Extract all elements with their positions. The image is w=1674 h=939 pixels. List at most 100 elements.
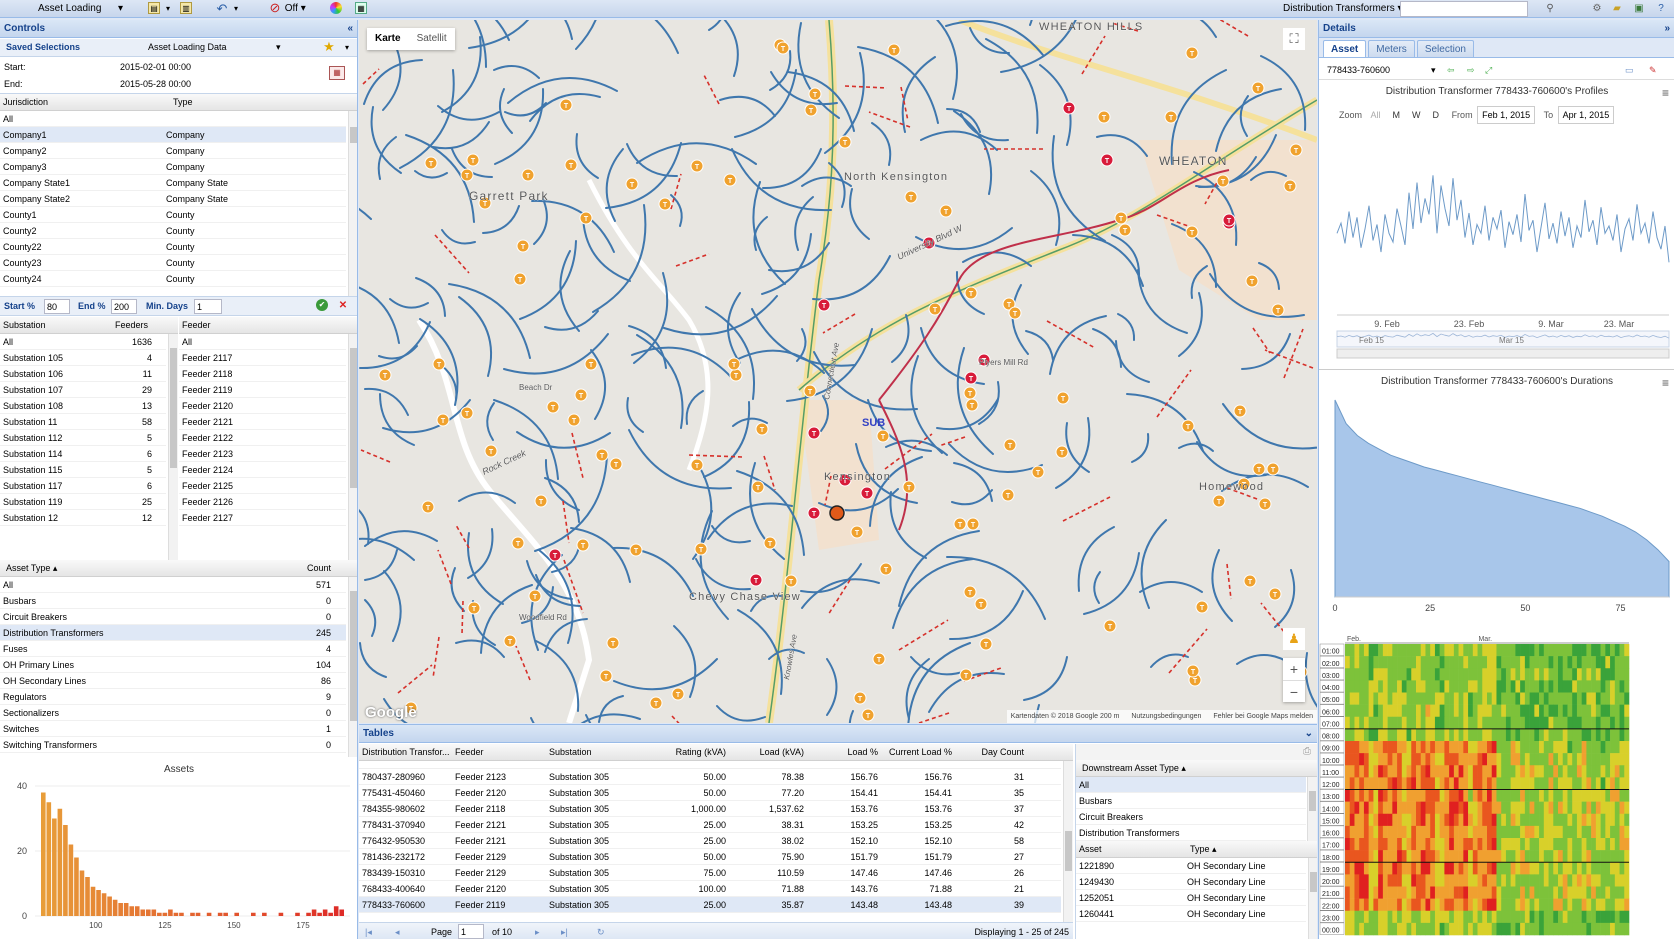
calendar-icon[interactable]: ▦	[329, 66, 345, 80]
asset-list-row[interactable]: 1252051 OH Secondary Line	[1076, 890, 1306, 906]
search-icon[interactable]: ⚲	[1543, 2, 1557, 16]
table-row[interactable]: 778431-370940 Feeder 2121 Substation 305 25…	[359, 817, 1061, 833]
search-input[interactable]	[1400, 1, 1528, 17]
table-row[interactable]: 778433-760600 Feeder 2119 Substation 305 25…	[359, 897, 1061, 913]
feeder-col[interactable]: Feeder	[179, 317, 329, 333]
asset-type-row[interactable]: All 571	[0, 577, 346, 593]
table-row[interactable]: 775431-450460 Feeder 2120 Substation 305 50…	[359, 785, 1061, 801]
tab-asset[interactable]: Asset	[1323, 40, 1367, 57]
arrow-right-icon[interactable]: ⇨	[1467, 60, 1475, 80]
jurisdiction-row[interactable]: County22 County	[0, 239, 346, 255]
substation-row[interactable]: Substation 12 12	[0, 510, 166, 526]
help-icon[interactable]: ?	[1654, 2, 1668, 16]
zoom-all-button[interactable]: All	[1365, 107, 1387, 123]
terms-link[interactable]: Nutzungsbedingungen	[1131, 713, 1201, 720]
feeder-row[interactable]: Feeder 2123	[179, 446, 346, 462]
type-col[interactable]: Type ▴	[1184, 841, 1304, 857]
asset-type-row[interactable]: Regulators 9	[0, 689, 346, 705]
feeder-row[interactable]: Feeder 2127	[179, 510, 346, 526]
tab-meters[interactable]: Meters	[1368, 40, 1415, 57]
asset-list-row[interactable]: 1260441 OH Secondary Line	[1076, 906, 1306, 922]
jurisdiction-row[interactable]: County1 County	[0, 207, 346, 223]
asset-type-row[interactable]: Sectionalizers 0	[0, 705, 346, 721]
zoom-in-button[interactable]: +	[1283, 658, 1305, 680]
feeder-row[interactable]: Feeder 2119	[179, 382, 346, 398]
feeder-scrollbar[interactable]	[348, 334, 357, 560]
map-view[interactable]: TTTTTTTTTTTTTTTTTTTTTTTTTTTTTTTTTTTTTTTT…	[359, 20, 1317, 723]
table-row[interactable]: 768433-400640 Feeder 2120 Substation 305 10…	[359, 881, 1061, 897]
substation-row[interactable]: Substation 105 4	[0, 350, 166, 366]
asset-col[interactable]: Asset	[1076, 841, 1184, 857]
export-icon[interactable]: ▣	[1632, 2, 1646, 16]
table-row[interactable]: 776432-950530 Feeder 2121 Substation 305 25…	[359, 833, 1061, 849]
substation-row[interactable]: Substation 112 5	[0, 430, 166, 446]
type-col[interactable]: Type	[170, 94, 340, 110]
asset-list-row[interactable]: 1221890 OH Secondary Line	[1076, 858, 1306, 874]
jurisdiction-row[interactable]: Company3 Company	[0, 159, 346, 175]
column-header[interactable]: Day Count	[956, 744, 1028, 760]
substation-row[interactable]: Substation 106 11	[0, 366, 166, 382]
table-row[interactable]: 781436-232172 Feeder 2129 Substation 305 50…	[359, 849, 1061, 865]
min-days-input[interactable]	[194, 299, 222, 314]
page-icon[interactable]: ▭	[1625, 60, 1634, 80]
feeder-row[interactable]: Feeder 2122	[179, 430, 346, 446]
column-header[interactable]: Current Load %	[882, 744, 956, 760]
jurisdiction-row[interactable]: County23 County	[0, 255, 346, 271]
downstream-col[interactable]: Downstream Asset Type ▴	[1076, 760, 1276, 776]
asset-type-col[interactable]: Asset Type ▴	[0, 560, 150, 576]
jurisdiction-row[interactable]: Company State1 Company State	[0, 175, 346, 191]
zoom-d-button[interactable]: D	[1427, 107, 1446, 123]
chevron-down-icon[interactable]: ▾	[340, 41, 354, 55]
jurisdiction-row[interactable]: Company State2 Company State	[0, 191, 346, 207]
jurisdiction-row[interactable]: Company1 Company	[0, 127, 346, 143]
refresh-icon[interactable]: ↻	[597, 923, 605, 939]
menu-icon[interactable]: ≡	[1662, 86, 1669, 100]
column-header[interactable]: Feeder	[452, 744, 546, 760]
jurisdiction-row[interactable]: All	[0, 111, 346, 127]
asset-list-row[interactable]: 1249430 OH Secondary Line	[1076, 874, 1306, 890]
off-toggle[interactable]: ⊘ Off ▾	[268, 1, 312, 17]
table-row[interactable]: 783439-150310 Feeder 2129 Substation 305 75…	[359, 865, 1061, 881]
to-input[interactable]: Apr 1, 2015	[1557, 106, 1615, 124]
asset-type-row[interactable]: Switches 1	[0, 721, 346, 737]
folder-icon[interactable]: ▰	[1610, 2, 1624, 16]
downstream-row[interactable]: Distribution Transformers	[1076, 825, 1306, 841]
asset-type-row[interactable]: Busbars 0	[0, 593, 346, 609]
view-select[interactable]: Asset Loading ▾	[38, 1, 128, 17]
start-value[interactable]: 2015-02-01 00:00	[120, 62, 191, 72]
clear-x-icon[interactable]: ✕	[336, 299, 350, 313]
jurisdiction-scrollbar[interactable]	[348, 111, 357, 296]
column-header[interactable]: Distribution Transfor...	[359, 744, 452, 760]
menu-icon[interactable]: ≡	[1662, 376, 1669, 390]
asset-type-row[interactable]: OH Secondary Lines 86	[0, 673, 346, 689]
collapse-left-icon[interactable]: «	[347, 20, 353, 38]
fullscreen-icon[interactable]: ⛶	[1283, 28, 1305, 50]
asset-select[interactable]: 778433-760600 ▾	[1327, 60, 1437, 80]
gear-icon[interactable]: ⚙	[1590, 2, 1604, 16]
asset-type-row[interactable]: Fuses 4	[0, 641, 346, 657]
tab-selection[interactable]: Selection	[1416, 40, 1474, 57]
prev-page-icon[interactable]: ◂	[395, 923, 400, 939]
report-error-link[interactable]: Fehler bei Google Maps melden	[1213, 713, 1313, 720]
substation-row[interactable]: Substation 115 5	[0, 462, 166, 478]
heatmap-canvas[interactable]: Feb. Mar.01:0002:0003:0004:0005:0006:0007…	[1319, 632, 1674, 939]
jurisdiction-row[interactable]: County2 County	[0, 223, 346, 239]
column-header[interactable]: Load (kVA)	[730, 744, 808, 760]
from-input[interactable]: Feb 1, 2015	[1477, 106, 1536, 124]
collapse-down-icon[interactable]: ⌄	[1305, 725, 1313, 743]
asset-type-row[interactable]: OH Primary Lines 104	[0, 657, 346, 673]
zoom-w-button[interactable]: W	[1406, 107, 1427, 123]
zoom-m-button[interactable]: M	[1387, 107, 1407, 123]
chevron-down-icon[interactable]: ▾	[229, 2, 243, 16]
first-page-icon[interactable]: |◂	[365, 923, 372, 939]
arrow-left-icon[interactable]: ⇦	[1447, 60, 1455, 80]
feeder-row[interactable]: Feeder 2121	[179, 414, 346, 430]
document-icon[interactable]: ▥	[180, 2, 192, 14]
downstream-row[interactable]: Circuit Breakers	[1076, 809, 1306, 825]
column-header[interactable]: Load %	[808, 744, 882, 760]
count-col[interactable]: Count	[150, 560, 335, 576]
filter-icon[interactable]: ▤	[148, 2, 160, 14]
transformer-grid-scrollbar[interactable]	[1063, 761, 1073, 922]
map-canvas[interactable]: TTTTTTTTTTTTTTTTTTTTTTTTTTTTTTTTTTTTTTTT…	[359, 20, 1317, 723]
saved-selections-select[interactable]: Asset Loading Data ▾	[148, 42, 288, 52]
